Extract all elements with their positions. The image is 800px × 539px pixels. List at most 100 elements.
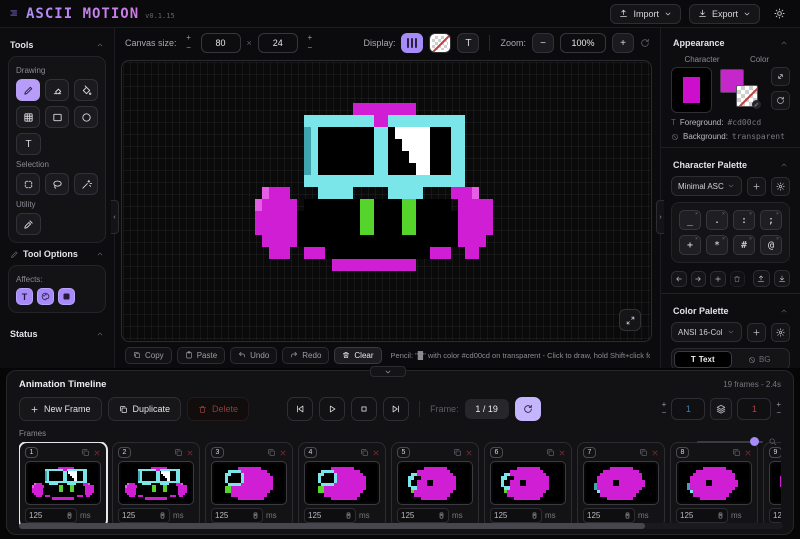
frame-duration-input[interactable]: 125 xyxy=(676,508,728,523)
char-key-button[interactable]: +× xyxy=(679,235,701,255)
select-tool-button[interactable] xyxy=(16,173,40,195)
frame-card[interactable]: 1 125 ms xyxy=(19,442,107,528)
char-key-button[interactable]: *× xyxy=(706,235,728,255)
frame-duration-input[interactable]: 125 xyxy=(304,508,356,523)
tools-section-header[interactable]: Tools xyxy=(8,34,106,56)
stop-button[interactable] xyxy=(351,397,377,421)
add-char-palette-button[interactable] xyxy=(747,177,766,196)
rectangle-tool-button[interactable] xyxy=(45,106,69,128)
delete-frame-button[interactable]: Delete xyxy=(187,397,249,421)
duplicate-frame-icon[interactable] xyxy=(267,448,276,457)
affects-char-toggle[interactable]: T xyxy=(16,288,33,305)
frame-card[interactable]: 7 125 ms xyxy=(577,442,665,528)
canvas-height-input[interactable]: 24 xyxy=(258,33,298,53)
text-tool-button[interactable]: T xyxy=(16,133,41,155)
duplicate-frame-icon[interactable] xyxy=(360,448,369,457)
delete-char-button[interactable] xyxy=(730,271,746,287)
onion-prev-input[interactable]: 1 xyxy=(671,398,705,420)
affects-color-toggle[interactable] xyxy=(37,288,54,305)
theme-toggle-button[interactable] xyxy=(768,4,790,24)
width-stepper[interactable]: +− xyxy=(183,34,195,53)
frame-card[interactable]: 3 125 ms xyxy=(205,442,293,528)
char-key-button[interactable]: :× xyxy=(733,210,755,230)
reset-zoom-icon[interactable] xyxy=(640,38,650,48)
height-stepper[interactable]: +− xyxy=(304,34,316,53)
frame-card[interactable]: 2 125 ms xyxy=(112,442,200,528)
char-key-button[interactable]: #× xyxy=(733,235,755,255)
frame-card[interactable]: 6 125 ms xyxy=(484,442,572,528)
frame-duration-input[interactable]: 125 xyxy=(769,508,781,523)
frame-thumbnail[interactable] xyxy=(25,461,101,505)
delete-frame-icon[interactable] xyxy=(651,449,659,457)
duplicate-frame-button[interactable]: Duplicate xyxy=(108,397,182,421)
char-palette-header[interactable]: Character Palette xyxy=(671,154,790,176)
first-frame-button[interactable] xyxy=(287,397,313,421)
onion-skin-toggle[interactable] xyxy=(710,398,732,420)
toggle-transparency-button[interactable] xyxy=(429,33,451,53)
prev-char-button[interactable] xyxy=(671,271,687,287)
lasso-tool-button[interactable] xyxy=(45,173,69,195)
frame-thumbnail[interactable] xyxy=(676,461,752,505)
duplicate-frame-icon[interactable] xyxy=(81,448,90,457)
new-frame-button[interactable]: New Frame xyxy=(19,397,102,421)
frame-thumbnail[interactable] xyxy=(769,461,781,505)
delete-frame-icon[interactable] xyxy=(465,449,473,457)
appearance-header[interactable]: Appearance xyxy=(671,32,790,54)
onion-next-stepper[interactable]: +− xyxy=(776,402,781,416)
fill-rect-tool-button[interactable] xyxy=(16,106,40,128)
char-palette-select[interactable]: Minimal ASC xyxy=(671,176,742,196)
text-color-tab[interactable]: T Text xyxy=(674,351,732,368)
char-key-button[interactable]: @× xyxy=(760,235,782,255)
toggle-char-visibility-button[interactable]: T xyxy=(457,33,479,53)
delete-frame-icon[interactable] xyxy=(93,449,101,457)
import-button[interactable]: Import xyxy=(610,4,681,24)
char-key-button[interactable]: ;× xyxy=(760,210,782,230)
frames-scrollbar[interactable] xyxy=(19,523,783,529)
export-palette-button[interactable] xyxy=(774,270,790,287)
char-key-button[interactable]: _× xyxy=(679,210,701,230)
duplicate-frame-icon[interactable] xyxy=(639,448,648,457)
copy-button[interactable]: Copy xyxy=(125,347,172,364)
drawing-canvas[interactable] xyxy=(121,60,652,342)
swap-colors-button[interactable] xyxy=(771,67,790,86)
fullscreen-canvas-button[interactable] xyxy=(619,309,641,331)
color-palette-settings-button[interactable] xyxy=(771,323,790,342)
ellipse-tool-button[interactable] xyxy=(74,106,98,128)
tool-options-header[interactable]: Tool Options xyxy=(8,243,106,265)
add-color-palette-button[interactable] xyxy=(747,323,766,342)
import-palette-button[interactable] xyxy=(753,270,769,287)
magic-wand-tool-button[interactable] xyxy=(74,173,98,195)
zoom-slider-track[interactable] xyxy=(697,441,763,443)
export-button[interactable]: Export xyxy=(689,4,760,24)
undo-button[interactable]: Undo xyxy=(230,347,277,364)
frame-thumbnail[interactable] xyxy=(583,461,659,505)
frame-thumbnail[interactable] xyxy=(490,461,566,505)
collapse-right-sidebar-tab[interactable]: › xyxy=(656,200,664,234)
delete-frame-icon[interactable] xyxy=(186,449,194,457)
frame-duration-input[interactable]: 125 xyxy=(583,508,635,523)
zoom-out-button[interactable]: − xyxy=(532,33,554,53)
next-char-button[interactable] xyxy=(691,271,707,287)
status-section-header[interactable]: Status xyxy=(8,323,106,345)
pencil-tool-button[interactable] xyxy=(16,79,40,101)
collapse-left-sidebar-tab[interactable]: ‹ xyxy=(111,200,119,234)
frame-thumbnail[interactable] xyxy=(118,461,194,505)
frames-scrollbar-thumb[interactable] xyxy=(19,523,645,529)
duplicate-frame-icon[interactable] xyxy=(453,448,462,457)
frame-card[interactable]: 4 125 ms xyxy=(298,442,386,528)
bg-color-tab[interactable]: BG xyxy=(732,351,788,368)
frame-thumbnail[interactable] xyxy=(397,461,473,505)
duplicate-frame-icon[interactable] xyxy=(174,448,183,457)
paste-button[interactable]: Paste xyxy=(177,347,225,364)
canvas-width-input[interactable]: 80 xyxy=(201,33,241,53)
frame-duration-input[interactable]: 125 xyxy=(118,508,170,523)
char-palette-settings-button[interactable] xyxy=(771,177,790,196)
frame-card[interactable]: 5 125 ms xyxy=(391,442,479,528)
frame-duration-input[interactable]: 125 xyxy=(211,508,263,523)
frame-duration-input[interactable]: 125 xyxy=(490,508,542,523)
play-button[interactable] xyxy=(319,397,345,421)
eraser-tool-button[interactable] xyxy=(45,79,69,101)
clear-button[interactable]: Clear xyxy=(334,347,381,364)
frame-card[interactable]: 9 125 ms xyxy=(763,442,781,528)
last-frame-button[interactable] xyxy=(383,397,409,421)
